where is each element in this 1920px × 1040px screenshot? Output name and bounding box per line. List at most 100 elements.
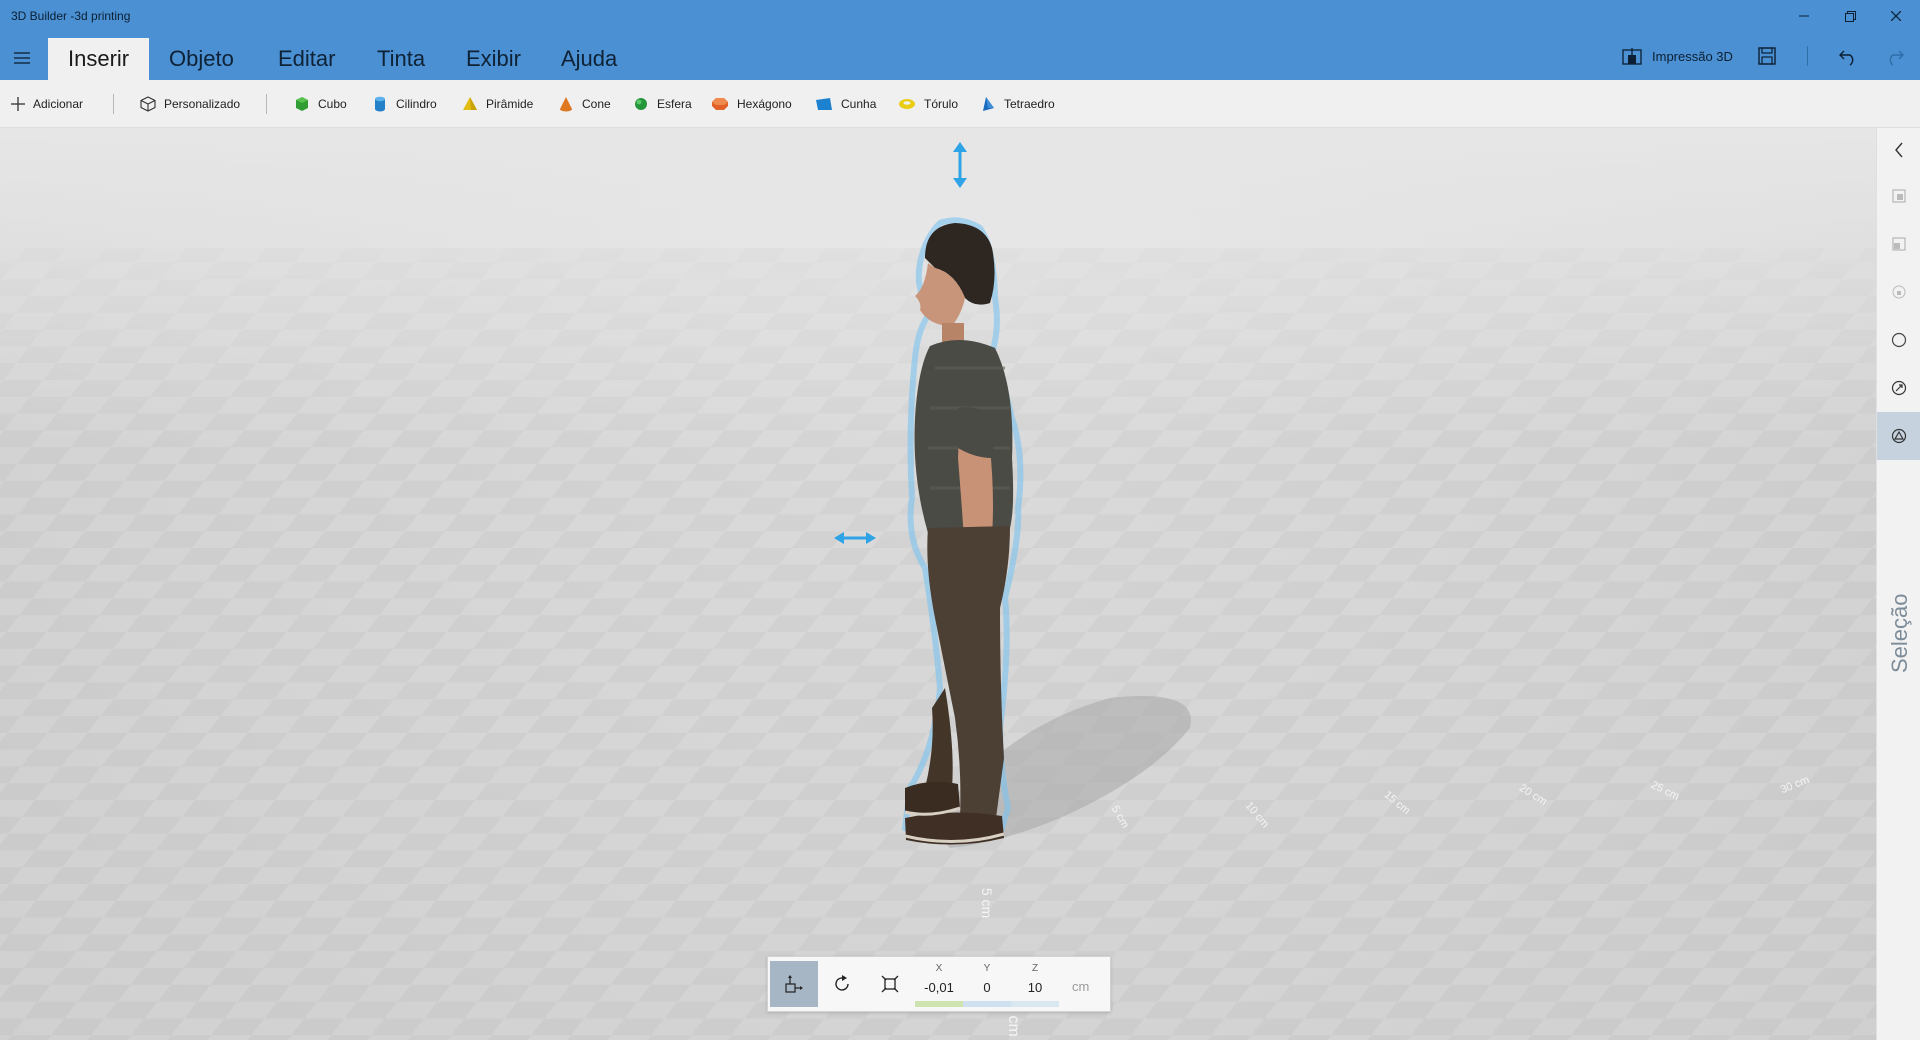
scale-icon	[881, 975, 899, 993]
shape-pyramid-button[interactable]: Pirâmide	[462, 93, 533, 115]
shape-wedge-button[interactable]: Cunha	[815, 93, 876, 115]
redo-icon	[1889, 50, 1904, 66]
hamburger-icon	[14, 52, 30, 64]
lock-button[interactable]	[1877, 272, 1920, 312]
circle-button[interactable]	[1877, 320, 1920, 360]
settings-icon	[1891, 380, 1907, 396]
toolbar-divider	[266, 94, 267, 114]
align-alt-button[interactable]	[1877, 224, 1920, 264]
minimize-button[interactable]	[1781, 0, 1827, 32]
shape-label: Cone	[582, 97, 611, 111]
plus-icon	[11, 97, 25, 111]
tetrahedron-icon	[983, 97, 994, 111]
rotate-icon	[835, 975, 849, 991]
rotate-tool-button[interactable]	[818, 961, 866, 1007]
close-icon	[1891, 11, 1901, 21]
ribbon-header: 3D Builder -3d printing Inserir Objeto E…	[0, 0, 1920, 80]
hexagon-icon	[712, 98, 728, 110]
print-3d-icon	[1622, 48, 1642, 65]
unit-label: cm	[1072, 979, 1090, 994]
selection-icon	[1891, 428, 1907, 444]
sphere-icon	[635, 98, 647, 110]
circle-icon	[1891, 332, 1907, 348]
save-button[interactable]	[1755, 44, 1779, 68]
shape-label: Pirâmide	[486, 97, 534, 111]
close-button[interactable]	[1873, 0, 1919, 32]
shape-sphere-button[interactable]: Esfera	[633, 93, 692, 115]
y-value: 0	[983, 980, 991, 995]
save-icon	[1758, 47, 1776, 65]
custom-button[interactable]: Personalizado	[140, 93, 240, 115]
align-button[interactable]	[1877, 176, 1920, 216]
tab-inserir[interactable]: Inserir	[48, 38, 149, 80]
shape-cone-button[interactable]: Cone	[558, 93, 611, 115]
undo-button[interactable]	[1836, 44, 1860, 68]
move-tool-button[interactable]	[770, 961, 818, 1007]
shape-label: Hexágono	[737, 97, 792, 111]
z-axis-bar	[1011, 1001, 1059, 1007]
move-icon	[785, 975, 803, 993]
z-value: 10	[1027, 980, 1043, 995]
shape-label: Cilindro	[396, 97, 437, 111]
selection-button[interactable]	[1877, 412, 1920, 460]
add-label: Adicionar	[33, 97, 84, 111]
restore-icon	[1844, 10, 1856, 22]
tab-exibir[interactable]: Exibir	[446, 38, 541, 80]
undo-icon	[1839, 50, 1854, 66]
shape-hexagon-button[interactable]: Hexágono	[711, 93, 792, 115]
x-coordinate-field[interactable]: X -0,01	[915, 961, 963, 1007]
title-bar: 3D Builder -3d printing	[0, 0, 1920, 32]
shape-toolbar: Adicionar Personalizado Cubo Cilindro Pi…	[0, 80, 1920, 128]
print-3d-label: Impressão 3D	[1652, 48, 1733, 64]
torus-icon	[899, 99, 915, 109]
shape-label: Tetraedro	[1004, 97, 1055, 111]
3d-viewport[interactable]: 5 cm 10 cm 15 cm 20 cm 25 cm 30 cm 5 cm …	[0, 128, 1876, 1040]
scale-tool-button[interactable]	[866, 961, 914, 1007]
collapse-panel-button[interactable]	[1877, 130, 1920, 170]
menu-button[interactable]	[0, 40, 44, 76]
cone-icon	[560, 97, 572, 112]
shape-cylinder-button[interactable]: Cilindro	[372, 93, 437, 115]
shape-torus-button[interactable]: Tórulo	[898, 93, 958, 115]
minimize-icon	[1799, 15, 1809, 17]
settings-button[interactable]	[1877, 368, 1920, 408]
cylinder-icon	[375, 96, 385, 112]
x-label: X	[935, 963, 943, 974]
header-divider	[1807, 46, 1808, 66]
tab-objeto[interactable]: Objeto	[149, 38, 254, 80]
wedge-icon	[816, 98, 832, 110]
y-coordinate-field[interactable]: Y 0	[963, 961, 1011, 1007]
custom-label: Personalizado	[164, 97, 241, 111]
custom-cube-icon	[140, 96, 156, 112]
shape-label: Cunha	[841, 97, 877, 111]
vertical-ruler-label: 5 cm	[979, 887, 996, 919]
cube-icon	[296, 97, 308, 111]
shape-label: Cubo	[318, 97, 347, 111]
restore-button[interactable]	[1827, 0, 1873, 32]
z-label: Z	[1031, 963, 1039, 974]
tab-editar[interactable]: Editar	[258, 38, 355, 80]
transform-bar: X -0,01 Y 0 Z 10 cm	[767, 956, 1111, 1012]
tab-tinta[interactable]: Tinta	[357, 38, 445, 80]
y-label: Y	[983, 963, 991, 974]
window-title: 3D Builder -3d printing	[11, 9, 131, 23]
build-plate-floor	[0, 128, 1876, 1040]
shape-cube-button[interactable]: Cubo	[294, 93, 347, 115]
chevron-left-icon	[1895, 142, 1903, 158]
print-3d-button[interactable]: Impressão 3D	[1622, 44, 1733, 68]
lock-icon	[1892, 285, 1906, 299]
align-icon	[1892, 189, 1906, 203]
z-coordinate-field[interactable]: Z 10	[1011, 961, 1059, 1007]
shape-label: Tórulo	[924, 97, 959, 111]
x-value: -0,01	[924, 980, 954, 995]
tab-ajuda[interactable]: Ajuda	[541, 38, 637, 80]
x-axis-bar	[915, 1001, 963, 1007]
right-side-panel: Seleção	[1876, 128, 1920, 1040]
shape-label: Esfera	[657, 97, 692, 111]
shape-tetrahedron-button[interactable]: Tetraedro	[980, 93, 1055, 115]
y-axis-bar	[963, 1001, 1011, 1007]
selection-panel-label: Seleção	[1887, 593, 1912, 673]
add-button[interactable]: Adicionar	[11, 93, 83, 115]
redo-button[interactable]	[1883, 44, 1907, 68]
toolbar-divider	[113, 94, 114, 114]
